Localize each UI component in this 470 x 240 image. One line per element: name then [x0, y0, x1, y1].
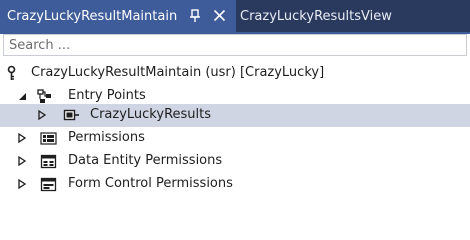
- pin-icon[interactable]: [189, 9, 201, 23]
- tree-node-data-entity-permissions[interactable]: Data Entity Permissions: [0, 150, 470, 173]
- expanded-arrow-icon[interactable]: [17, 91, 27, 101]
- tree-node-crazyluckyresults[interactable]: CrazyLuckyResults: [0, 104, 470, 127]
- tab-label: CrazyLuckyResultMaintain: [7, 8, 178, 24]
- tree-root-node[interactable]: CrazyLuckyResultMaintain (usr) [CrazyLuc…: [0, 62, 470, 85]
- permissions-icon: [40, 132, 57, 145]
- tree-node-permissions[interactable]: Permissions: [0, 127, 470, 150]
- key-icon: [7, 65, 16, 80]
- data-entity-icon: [40, 154, 57, 169]
- document-tab-strip: CrazyLuckyResultMaintain CrazyLuckyResul…: [0, 0, 470, 32]
- tree-node-label: Data Entity Permissions: [68, 153, 223, 168]
- tree-node-label: Entry Points: [68, 88, 146, 103]
- tab-crazyluckyresultsview[interactable]: CrazyLuckyResultsView: [236, 0, 470, 32]
- tree-node-label: Permissions: [68, 130, 145, 145]
- tree-root-label: CrazyLuckyResultMaintain (usr) [CrazyLuc…: [31, 65, 325, 80]
- form-control-icon: [40, 177, 57, 192]
- tree-node-label: CrazyLuckyResults: [90, 107, 212, 122]
- entry-points-icon: [37, 89, 51, 103]
- close-icon[interactable]: [213, 9, 226, 22]
- collapsed-arrow-icon[interactable]: [37, 110, 47, 120]
- tree-node-form-control-permissions[interactable]: Form Control Permissions: [0, 173, 470, 196]
- collapsed-arrow-icon[interactable]: [17, 133, 27, 143]
- tab-label: CrazyLuckyResultsView: [240, 8, 392, 24]
- tree-node-label: Form Control Permissions: [68, 176, 233, 191]
- search-box[interactable]: [3, 34, 467, 56]
- search-input[interactable]: [9, 37, 466, 53]
- collapsed-arrow-icon[interactable]: [17, 179, 27, 189]
- collapsed-arrow-icon[interactable]: [17, 156, 27, 166]
- menu-item-icon: [63, 109, 79, 121]
